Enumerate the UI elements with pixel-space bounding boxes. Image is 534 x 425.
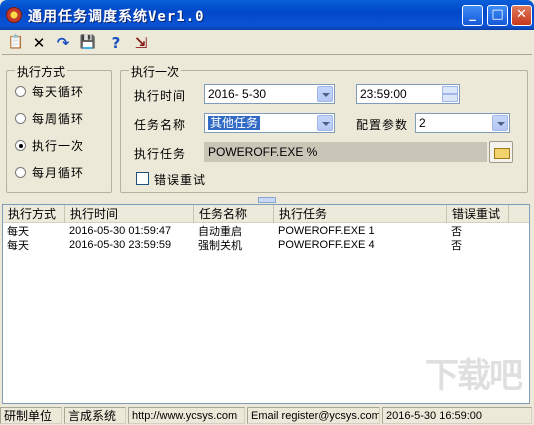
time-picker[interactable]: 23:59:00: [356, 84, 460, 104]
cell-task-name: 强制关机: [198, 239, 242, 252]
radio-once[interactable]: 执行一次: [15, 137, 84, 153]
app-logo-icon: [6, 7, 22, 23]
radio-daily-label: 每天循环: [32, 84, 85, 99]
exec-mode-legend: 执行方式: [15, 63, 68, 80]
time-spinner[interactable]: [442, 86, 458, 102]
column-header-retry[interactable]: 错误重试: [447, 205, 509, 223]
cell-mode: 每天: [7, 239, 29, 252]
maximize-button[interactable]: □: [487, 5, 508, 26]
radio-once-label: 执行一次: [32, 138, 85, 153]
param-select[interactable]: 2: [415, 113, 510, 133]
title-bar: 通用任务调度系统Ver1.0 _ □ ✕: [0, 0, 534, 30]
save-icon[interactable]: 💾: [78, 33, 98, 53]
cell-exec-task: POWEROFF.EXE 4: [278, 239, 375, 251]
spin-down-icon[interactable]: [442, 94, 458, 102]
radio-weekly-label: 每周循环: [32, 111, 85, 126]
status-company: 言成系统: [64, 407, 126, 424]
radio-daily-indicator[interactable]: [15, 85, 26, 97]
cell-retry: 否: [451, 225, 462, 238]
exit-icon[interactable]: ⇲: [131, 33, 151, 53]
status-url: http://www.ycsys.com: [128, 407, 245, 424]
exec-time-label: 执行时间: [134, 89, 187, 103]
exec-mode-group: 执行方式 每天循环 每周循环 执行一次 每月循环: [6, 63, 112, 193]
column-header-time[interactable]: 执行时间: [65, 205, 194, 223]
delete-icon[interactable]: ✕: [29, 33, 49, 53]
refresh-icon[interactable]: ↷: [53, 33, 73, 53]
task-name-label: 任务名称: [134, 118, 187, 132]
cell-time: 2016-05-30 01:59:47: [69, 225, 172, 237]
panel-splitter-handle[interactable]: [258, 197, 276, 203]
spin-up-icon[interactable]: [442, 86, 458, 94]
date-value: 2016- 5-30: [208, 87, 267, 101]
new-task-icon[interactable]: 📋: [6, 33, 26, 53]
status-bar: 研制单位 言成系统 http://www.ycsys.com Email reg…: [0, 405, 534, 425]
task-name-select[interactable]: 其他任务: [204, 113, 335, 133]
window-title: 通用任务调度系统Ver1.0: [28, 9, 205, 25]
help-icon[interactable]: ?: [106, 33, 126, 53]
cell-exec-task: POWEROFF.EXE 1: [278, 225, 375, 237]
watermark-logo: 下载吧: [425, 356, 523, 396]
time-value: 23:59:00: [360, 87, 407, 101]
cell-task-name: 自动重启: [198, 225, 242, 238]
radio-daily[interactable]: 每天循环: [15, 83, 84, 99]
table-row[interactable]: 每天 2016-05-30 01:59:47 自动重启 POWEROFF.EXE…: [3, 224, 529, 239]
status-datetime: 2016-5-30 16:59:00: [382, 407, 532, 424]
toolbar: 📋 ✕ ↷ 💾 ? ⇲: [2, 31, 532, 55]
chevron-down-icon[interactable]: [317, 115, 333, 131]
column-header-task-name[interactable]: 任务名称: [194, 205, 274, 223]
task-list-header: 执行方式 执行时间 任务名称 执行任务 错误重试: [3, 205, 529, 223]
exec-once-group: 执行一次 执行时间 2016- 5-30 23:59:00 任务名称 其他任务 …: [120, 63, 528, 193]
radio-weekly[interactable]: 每周循环: [15, 110, 84, 126]
radio-monthly[interactable]: 每月循环: [15, 164, 84, 180]
status-dev-unit: 研制单位: [0, 407, 62, 424]
param-value: 2: [419, 116, 426, 130]
exec-task-label: 执行任务: [134, 147, 187, 161]
radio-once-indicator[interactable]: [15, 139, 26, 151]
task-name-value: 其他任务: [208, 116, 261, 130]
chevron-down-icon[interactable]: [492, 115, 508, 131]
radio-monthly-label: 每月循环: [32, 165, 85, 180]
radio-monthly-indicator[interactable]: [15, 166, 26, 178]
close-button[interactable]: ✕: [511, 5, 532, 26]
status-email: Email register@ycsys.com: [247, 407, 380, 424]
param-label: 配置参数: [356, 118, 409, 132]
cell-mode: 每天: [7, 225, 29, 238]
cell-retry: 否: [451, 239, 462, 252]
task-list[interactable]: 执行方式 执行时间 任务名称 执行任务 错误重试 每天 2016-05-30 0…: [2, 204, 530, 404]
retry-checkbox[interactable]: [136, 172, 149, 185]
column-header-mode[interactable]: 执行方式: [3, 205, 65, 223]
date-picker[interactable]: 2016- 5-30: [204, 84, 335, 104]
exec-once-legend: 执行一次: [129, 63, 182, 80]
column-header-exec-task[interactable]: 执行任务: [274, 205, 447, 223]
table-row[interactable]: 每天 2016-05-30 23:59:59 强制关机 POWEROFF.EXE…: [3, 238, 529, 253]
minimize-button[interactable]: _: [462, 5, 483, 26]
retry-label: 错误重试: [154, 173, 207, 187]
radio-weekly-indicator[interactable]: [15, 112, 26, 124]
chevron-down-icon[interactable]: [317, 86, 333, 102]
cell-time: 2016-05-30 23:59:59: [69, 239, 172, 251]
folder-open-icon[interactable]: [489, 141, 513, 163]
exec-task-field: POWEROFF.EXE %: [204, 142, 487, 162]
